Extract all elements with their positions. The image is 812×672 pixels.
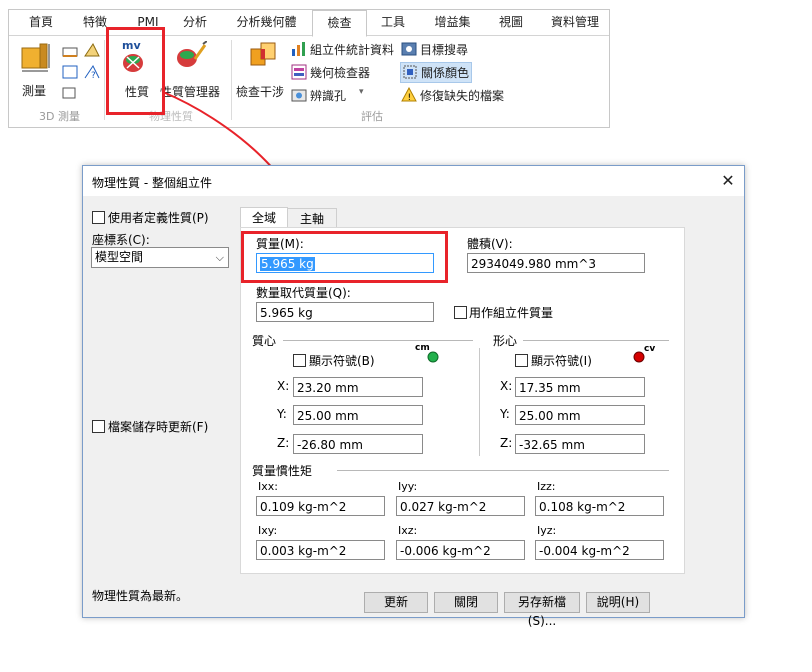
help-button[interactable]: 說明(H) <box>586 592 650 613</box>
iyy-label: Iyy: <box>398 480 418 493</box>
ixx-label: Ixx: <box>258 480 278 493</box>
com-z-field[interactable]: -26.80 mm <box>293 434 423 454</box>
com-symbol-icon <box>427 351 439 363</box>
coordinate-system-select[interactable]: 模型空間 ⌵ <box>91 247 229 268</box>
iyy-field[interactable]: 0.027 kg-m^2 <box>396 496 525 516</box>
iyz-field[interactable]: -0.004 kg-m^2 <box>535 540 664 560</box>
cov-y-label: Y: <box>500 407 510 421</box>
close-button[interactable]: 關閉 <box>434 592 498 613</box>
com-y-field[interactable]: 25.00 mm <box>293 405 423 425</box>
tab-global[interactable]: 全域 <box>240 207 288 229</box>
center-of-mass-group-label: 質心 <box>252 334 277 348</box>
com-x-label: X: <box>277 379 290 393</box>
izz-label: Izz: <box>537 480 556 493</box>
com-show-symbol-label: 顯示符號(B) <box>309 354 375 368</box>
cov-x-field[interactable]: 17.35 mm <box>515 377 645 397</box>
com-x-field[interactable]: 23.20 mm <box>293 377 423 397</box>
izz-field[interactable]: 0.108 kg-m^2 <box>535 496 664 516</box>
quantity-mass-field[interactable]: 5.965 kg <box>256 302 434 322</box>
annotation-box-mass <box>241 231 448 283</box>
cov-badge-text: cv <box>644 344 656 354</box>
update-on-save-checkbox[interactable] <box>92 420 105 433</box>
iyz-label: Iyz: <box>537 524 557 537</box>
quantity-mass-label: 數量取代質量(Q): <box>256 286 351 300</box>
cov-show-symbol-checkbox[interactable] <box>515 354 528 367</box>
ixy-label: Ixy: <box>258 524 278 537</box>
chevron-down-icon: ⌵ <box>215 251 224 264</box>
dialog-title: 物理性質 - 整個組立件 <box>92 176 212 190</box>
group-divider <box>523 340 669 341</box>
close-icon[interactable]: ✕ <box>717 170 739 192</box>
com-show-symbol-checkbox[interactable] <box>293 354 306 367</box>
ixx-field[interactable]: 0.109 kg-m^2 <box>256 496 385 516</box>
volume-label: 體積(V): <box>467 237 513 251</box>
ixz-label: Ixz: <box>398 524 418 537</box>
ixz-field[interactable]: -0.006 kg-m^2 <box>396 540 525 560</box>
group-divider <box>337 470 669 471</box>
volume-field[interactable]: 2934049.980 mm^3 <box>467 253 645 273</box>
use-custom-properties-label: 使用者定義性質(P) <box>108 211 209 225</box>
center-of-volume-group-label: 形心 <box>493 334 518 348</box>
coordinate-system-value: 模型空間 <box>95 250 144 264</box>
save-as-button[interactable]: 另存新檔(S)... <box>504 592 580 628</box>
use-custom-properties-checkbox[interactable] <box>92 211 105 224</box>
dialog-titlebar: 物理性質 - 整個組立件 ✕ <box>83 166 744 196</box>
ixy-field[interactable]: 0.003 kg-m^2 <box>256 540 385 560</box>
cov-z-label: Z: <box>500 436 513 450</box>
cov-x-label: X: <box>500 379 513 393</box>
cov-y-field[interactable]: 25.00 mm <box>515 405 645 425</box>
com-z-label: Z: <box>277 436 290 450</box>
use-as-assembly-mass-checkbox[interactable] <box>454 306 467 319</box>
use-as-assembly-mass-label: 用作組立件質量 <box>469 306 554 320</box>
status-text: 物理性質為最新。 <box>92 589 189 603</box>
cov-show-symbol-label: 顯示符號(I) <box>531 354 592 368</box>
update-on-save-label: 檔案儲存時更新(F) <box>108 420 209 434</box>
coordinate-system-label: 座標系(C): <box>92 233 150 247</box>
group-divider <box>283 340 473 341</box>
cov-z-field[interactable]: -32.65 mm <box>515 434 645 454</box>
inertia-group-label: 質量慣性矩 <box>252 464 313 478</box>
com-y-label: Y: <box>277 407 287 421</box>
update-button[interactable]: 更新 <box>364 592 428 613</box>
column-divider <box>479 348 480 456</box>
